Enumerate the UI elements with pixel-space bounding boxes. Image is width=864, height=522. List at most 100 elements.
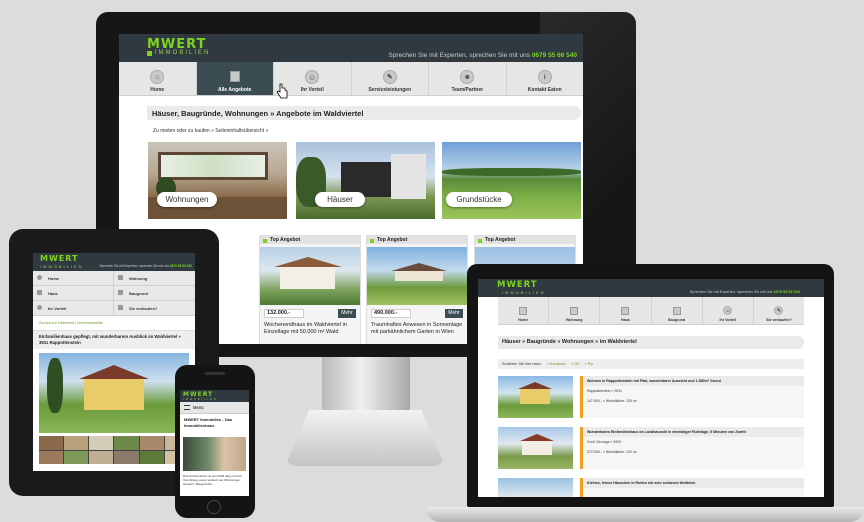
- nav-item-team-partner[interactable]: ☻ Team/Partner: [429, 62, 507, 95]
- offer-more-button[interactable]: Mehr: [338, 309, 356, 318]
- phone-number: 0679 55 66 540: [773, 290, 800, 294]
- nav-item-home[interactable]: Home: [498, 297, 550, 324]
- listing-plz: 3911: [614, 389, 622, 393]
- laptop-nav: Home Wohnung Haus Baugrund ☺ Ihr Vorteil …: [498, 297, 804, 325]
- logo-subtitle: IMMOBILIEN: [502, 290, 546, 295]
- breadcrumb[interactable]: Zu mieten oder zu kaufen » Seiteninhalts…: [153, 128, 268, 134]
- menu-item[interactable]: Wohnung: [114, 271, 195, 286]
- listing-title: Einfamilienhaus gepflegt, mit wunderbare…: [33, 331, 195, 349]
- smiley-icon: [37, 305, 42, 310]
- menu-item[interactable]: Baugrund: [114, 286, 195, 301]
- laptop-screen: MWERT IMMOBILIEN Sprechen Sie mit Expert…: [478, 279, 824, 497]
- home-icon: [37, 275, 42, 280]
- page-title: Häuser, Baugründe, Wohnungen » Angebote …: [147, 106, 581, 120]
- logo-subtitle: IMMOBILIEN: [155, 50, 211, 56]
- listing-title: Wohnen in Rappottenstein mit Flair, wund…: [583, 376, 804, 386]
- nav-item-alle-angebote[interactable]: Alle Angebote: [196, 62, 274, 95]
- logo-subtitle: IMMOBILIEN: [40, 264, 84, 269]
- site-header: MWERT IMMOBILIEN Sprechen Sie mit Expert…: [119, 34, 583, 62]
- listing-area: Wohnfläche: 130 m²: [605, 399, 637, 403]
- listing-price: 372.000.-: [587, 450, 602, 454]
- listing-place: Groß Gerungs: [587, 440, 610, 444]
- phone-screen: MWERT IMMOBILIEN Menü MWERT Immobilien -…: [180, 390, 249, 496]
- offer-card[interactable]: Top Angebot 490.000.- Mehr Traumhaftes A…: [366, 235, 468, 344]
- thumbnail-strip[interactable]: [39, 436, 189, 464]
- building-icon: [570, 307, 579, 315]
- sort-option[interactable]: » Kaufpreis: [547, 362, 566, 366]
- nav-item-baugrund[interactable]: Baugrund: [652, 297, 703, 324]
- category-haeuser-button[interactable]: Häuser: [315, 192, 365, 207]
- nav-item-home[interactable]: ⌂ Home: [119, 62, 197, 95]
- listing-main-photo: [39, 353, 189, 433]
- header-tagline: Sprechen Sie mit Experten, sprechen Sie …: [689, 290, 800, 294]
- house-icon: [37, 290, 42, 295]
- laptop-page-title: Häuser » Baugründe » Wohnungen » im Wald…: [498, 336, 804, 349]
- offer-card[interactable]: Top Angebot 132.000.- Mehr Wochenendhaus…: [259, 235, 361, 344]
- wrench-icon: ✎: [774, 306, 784, 315]
- phone-title: MWERT Immobilien - Das Immobilienhaus: [184, 417, 233, 428]
- sort-bar: Sortieren Sie hier nach: » Kaufpreis » O…: [498, 359, 804, 369]
- category-grundstuecke-button[interactable]: Grundstücke: [446, 192, 512, 207]
- nav-item-haus[interactable]: Haus: [600, 297, 652, 324]
- building-icon: [229, 71, 240, 82]
- header-tagline: Sprechen Sie mit Experten, sprechen Sie …: [99, 264, 192, 268]
- offer-more-button[interactable]: Mehr: [445, 309, 463, 318]
- nav-item-kontakt[interactable]: i Kontakt Eaton: [507, 62, 584, 95]
- monitor-stand: [322, 357, 410, 413]
- listing-plz: 3920: [613, 440, 622, 444]
- building-icon: [118, 275, 123, 280]
- offer-badge: Top Angebot: [260, 236, 360, 244]
- sort-option[interactable]: » Ort: [571, 362, 579, 366]
- offer-photo: [260, 247, 360, 305]
- listing-row[interactable]: Wohnen in Rappottenstein mit Flair, wund…: [580, 376, 804, 418]
- listing-photo[interactable]: [498, 478, 573, 497]
- logo-subtitle: IMMOBILIEN: [183, 398, 218, 401]
- person-icon: ☻: [460, 70, 475, 84]
- menu-button[interactable]: Menü: [180, 402, 249, 415]
- category-wohnungen-button[interactable]: Wohnungen: [157, 192, 217, 207]
- land-icon: [118, 290, 123, 295]
- nav-item-ihr-vorteil[interactable]: ☺ Ihr Vorteil: [703, 297, 754, 324]
- listing-row[interactable]: Kleines, feines Häuschen in Rotten mit s…: [580, 478, 804, 497]
- menu-item[interactable]: Ihr Vorteil: [33, 301, 114, 316]
- info-icon: i: [537, 70, 552, 84]
- category-haeuser-photo[interactable]: [296, 142, 435, 219]
- breadcrumb-link[interactable]: Wohnimmobilie: [77, 321, 103, 325]
- breadcrumb: Zurück zur Übersicht | Wohnimmobilie: [33, 316, 195, 331]
- offer-badge: Top Angebot: [367, 236, 467, 244]
- listing-price: 147.900.-: [587, 399, 602, 403]
- logo[interactable]: MWERT: [497, 280, 538, 290]
- logo[interactable]: MWERT: [40, 254, 79, 263]
- phone-text: Das Unternehmen ist seit 2006 tätig und …: [183, 474, 242, 486]
- category-wohnungen-photo[interactable]: [148, 142, 287, 219]
- nav-item-sie-verkaufen[interactable]: ✎ Sie verkaufen?: [754, 297, 804, 324]
- logo[interactable]: MWERT: [183, 391, 213, 398]
- breadcrumb-link[interactable]: Zurück zur Übersicht: [39, 321, 74, 325]
- header-tagline: Sprechen Sie mit Experten, sprechen Sie …: [388, 52, 577, 59]
- menu-item[interactable]: Haus: [33, 286, 114, 301]
- nav-item-serviceleistungen[interactable]: ✎ Serviceleistungen: [352, 62, 429, 95]
- smiley-icon: ☺: [723, 306, 733, 315]
- home-button[interactable]: [207, 500, 221, 514]
- menu-item[interactable]: Sie verkaufen?: [114, 301, 195, 316]
- category-grundstuecke-photo[interactable]: [442, 142, 581, 219]
- hand-cursor-icon: [276, 83, 288, 99]
- phone-hero-photo: [183, 437, 246, 471]
- land-icon: [672, 307, 681, 315]
- listing-photo[interactable]: [498, 427, 573, 469]
- listing-photo[interactable]: [498, 376, 573, 418]
- phone-number: 0679 55 66 540: [169, 264, 192, 268]
- offer-description: Wochenendhaus im Waldviertel in Einzella…: [264, 322, 347, 335]
- smiley-icon: ☺: [305, 70, 320, 84]
- nav-item-wohnung[interactable]: Wohnung: [549, 297, 601, 324]
- listing-row[interactable]: Wunderbares Einfamilienhaus im Landhauss…: [580, 427, 804, 469]
- offer-photo: [367, 247, 467, 305]
- listing-place: Rappottenstein: [587, 389, 611, 393]
- tablet-screen: MWERT IMMOBILIEN Sprechen Sie mit Expert…: [33, 253, 195, 471]
- menu-item[interactable]: Home: [33, 271, 114, 286]
- house-icon: [621, 307, 630, 315]
- home-icon: ⌂: [150, 70, 165, 84]
- sort-option[interactable]: » Plz: [585, 362, 593, 366]
- main-nav: ⌂ Home Alle Angebote ☺ Ihr Vorteil ✎ Servic…: [119, 62, 583, 96]
- offer-price: 132.000.-: [264, 309, 304, 318]
